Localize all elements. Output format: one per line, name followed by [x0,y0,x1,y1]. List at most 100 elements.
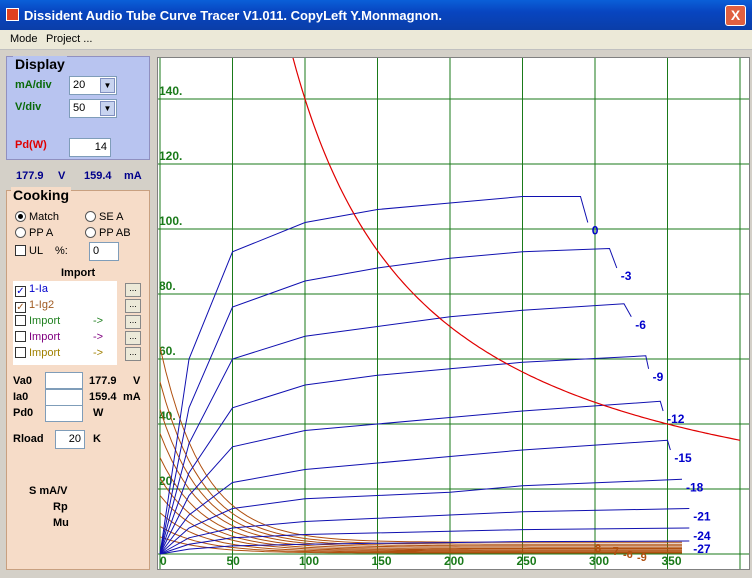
pd0-unit: W [93,407,104,419]
rload-input[interactable]: 20 [55,430,85,449]
ma-div-select[interactable]: 20 ▼ [69,76,117,95]
menu-mode[interactable]: Mode [10,33,38,45]
browse-button-3[interactable]: ... [125,315,141,329]
browse-button-5[interactable]: ... [125,347,141,361]
ia0-label: Ia0 [13,391,29,403]
ul-input[interactable]: 0 [89,242,119,261]
plate-curve-label: -9 [653,370,664,384]
title-bar: Dissident Audio Tube Curve Tracer V1.011… [0,0,752,30]
curve-plot-svg: 20.40.60.80.100.120.140.0 50 100 150 200 250 3… [158,58,749,569]
radio-pp-ab[interactable]: PP AB [85,227,131,239]
radio-se-a[interactable]: SE A [85,211,123,223]
cooking-title: Cooking [11,187,71,203]
va0-value: 177.9 [89,375,117,387]
readout-current: 159.4 [84,170,112,182]
curve-plot[interactable]: 20. 40. 60. 80. 100. 120. 140. 0 50 100 150 200 250 3… [157,57,750,570]
v-div-label: V/div [15,101,42,113]
readout-voltage-unit: V [58,170,66,182]
import-title: Import [61,267,96,279]
browse-button-1[interactable]: ... [125,283,141,297]
pd0-input[interactable] [45,405,83,422]
display-title: Display [13,56,67,72]
ia0-unit: mA [123,391,141,403]
x-tick-label: 0 [160,554,167,568]
menu-project[interactable]: Project ... [46,33,92,45]
pd-label: Pd(W) [15,139,47,151]
screen-curve [159,457,682,549]
chevron-down-icon: ▼ [100,101,115,116]
rload-unit: K [93,433,101,445]
va0-input[interactable] [45,372,83,389]
radio-dot-icon [85,211,96,222]
ma-div-label: mA/div [15,79,52,91]
s-label: S mA/V [29,485,68,497]
radio-match[interactable]: Match [15,211,59,223]
pd-input[interactable]: 14 [69,138,111,157]
x-tick-label: 250 [517,554,537,568]
import-row-1[interactable]: ✓ 1-Ia [15,283,48,297]
plate-curve [159,303,632,555]
power-dissipation-curve [292,58,741,441]
radio-pp-a[interactable]: PP A [15,227,53,239]
import-row-3[interactable]: Import -> [15,315,103,327]
x-tick-label: 50 [227,554,241,568]
y-tick-label: 120. [159,149,182,163]
checkbox-checked-icon: ✓ [15,286,26,297]
radio-dot-icon [15,211,26,222]
checkbox-icon [15,315,26,326]
plate-curve-label: -27 [693,542,711,556]
import-row-4[interactable]: Import -> [15,331,103,343]
import-row-2[interactable]: ✓ 1-Ig2 [15,299,54,313]
plate-curve [159,355,650,555]
x-tick-label: 150 [372,554,392,568]
plate-curve-label: -15 [674,451,692,465]
readout-voltage: 177.9 [16,170,44,182]
mu-label: Mu [53,517,69,529]
checkbox-icon [15,331,26,342]
plate-curve-label: -21 [693,510,711,524]
plate-curve-label: -18 [686,480,704,494]
x-tick-label: 300 [589,554,609,568]
va0-unit: V [133,375,141,387]
y-tick-label: 100. [159,214,182,228]
close-button[interactable]: X [725,5,746,26]
rload-label: Rload [13,433,44,445]
screen-curve-label: -6 [623,549,633,561]
ul-pct-label: %: [55,245,68,257]
cooking-group: Cooking Match SE A PP A PP AB UL %: 0 Im… [6,187,150,570]
radio-dot-icon [85,227,96,238]
ul-checkbox[interactable]: UL [15,245,43,257]
browse-button-2[interactable]: ... [125,299,141,313]
app-icon [6,8,19,21]
plate-curve-label: -12 [667,412,685,426]
left-panel: Display mA/div 20 ▼ V/div 50 ▼ Pd(W) 14 17… [6,56,150,570]
screen-curve [159,409,682,547]
checkbox-icon [15,347,26,358]
screen-curve-label: -7 [609,546,619,558]
chevron-down-icon: ▼ [100,78,115,93]
browse-button-4[interactable]: ... [125,331,141,345]
y-tick-label: 80. [159,279,176,293]
y-tick-label: 140. [159,84,182,98]
y-tick-label: 60. [159,344,176,358]
screen-curve [159,433,682,548]
x-tick-label: 200 [444,554,464,568]
rp-label: Rp [53,501,68,513]
readout-current-unit: mA [124,170,142,182]
x-tick-label: 350 [662,554,682,568]
plate-curve-label: 0 [592,224,599,238]
status-bar [0,572,752,578]
plate-curve-label: -3 [621,269,632,283]
v-div-select[interactable]: 50 ▼ [69,99,117,118]
import-row-5[interactable]: Import -> [15,347,103,359]
checkbox-icon [15,245,26,256]
x-tick-label: 100 [299,554,319,568]
menu-bar: Mode Project ... [0,30,752,50]
va0-label: Va0 [13,375,32,387]
ia0-input[interactable] [45,389,83,406]
window-title: Dissident Audio Tube Curve Tracer V1.011… [24,8,443,23]
display-group: Display mA/div 20 ▼ V/div 50 ▼ Pd(W) 14 [6,56,150,160]
checkbox-checked-icon: ✓ [15,302,26,313]
plate-curve-label: -24 [693,529,711,543]
ia0-value: 159.4 [89,391,117,403]
